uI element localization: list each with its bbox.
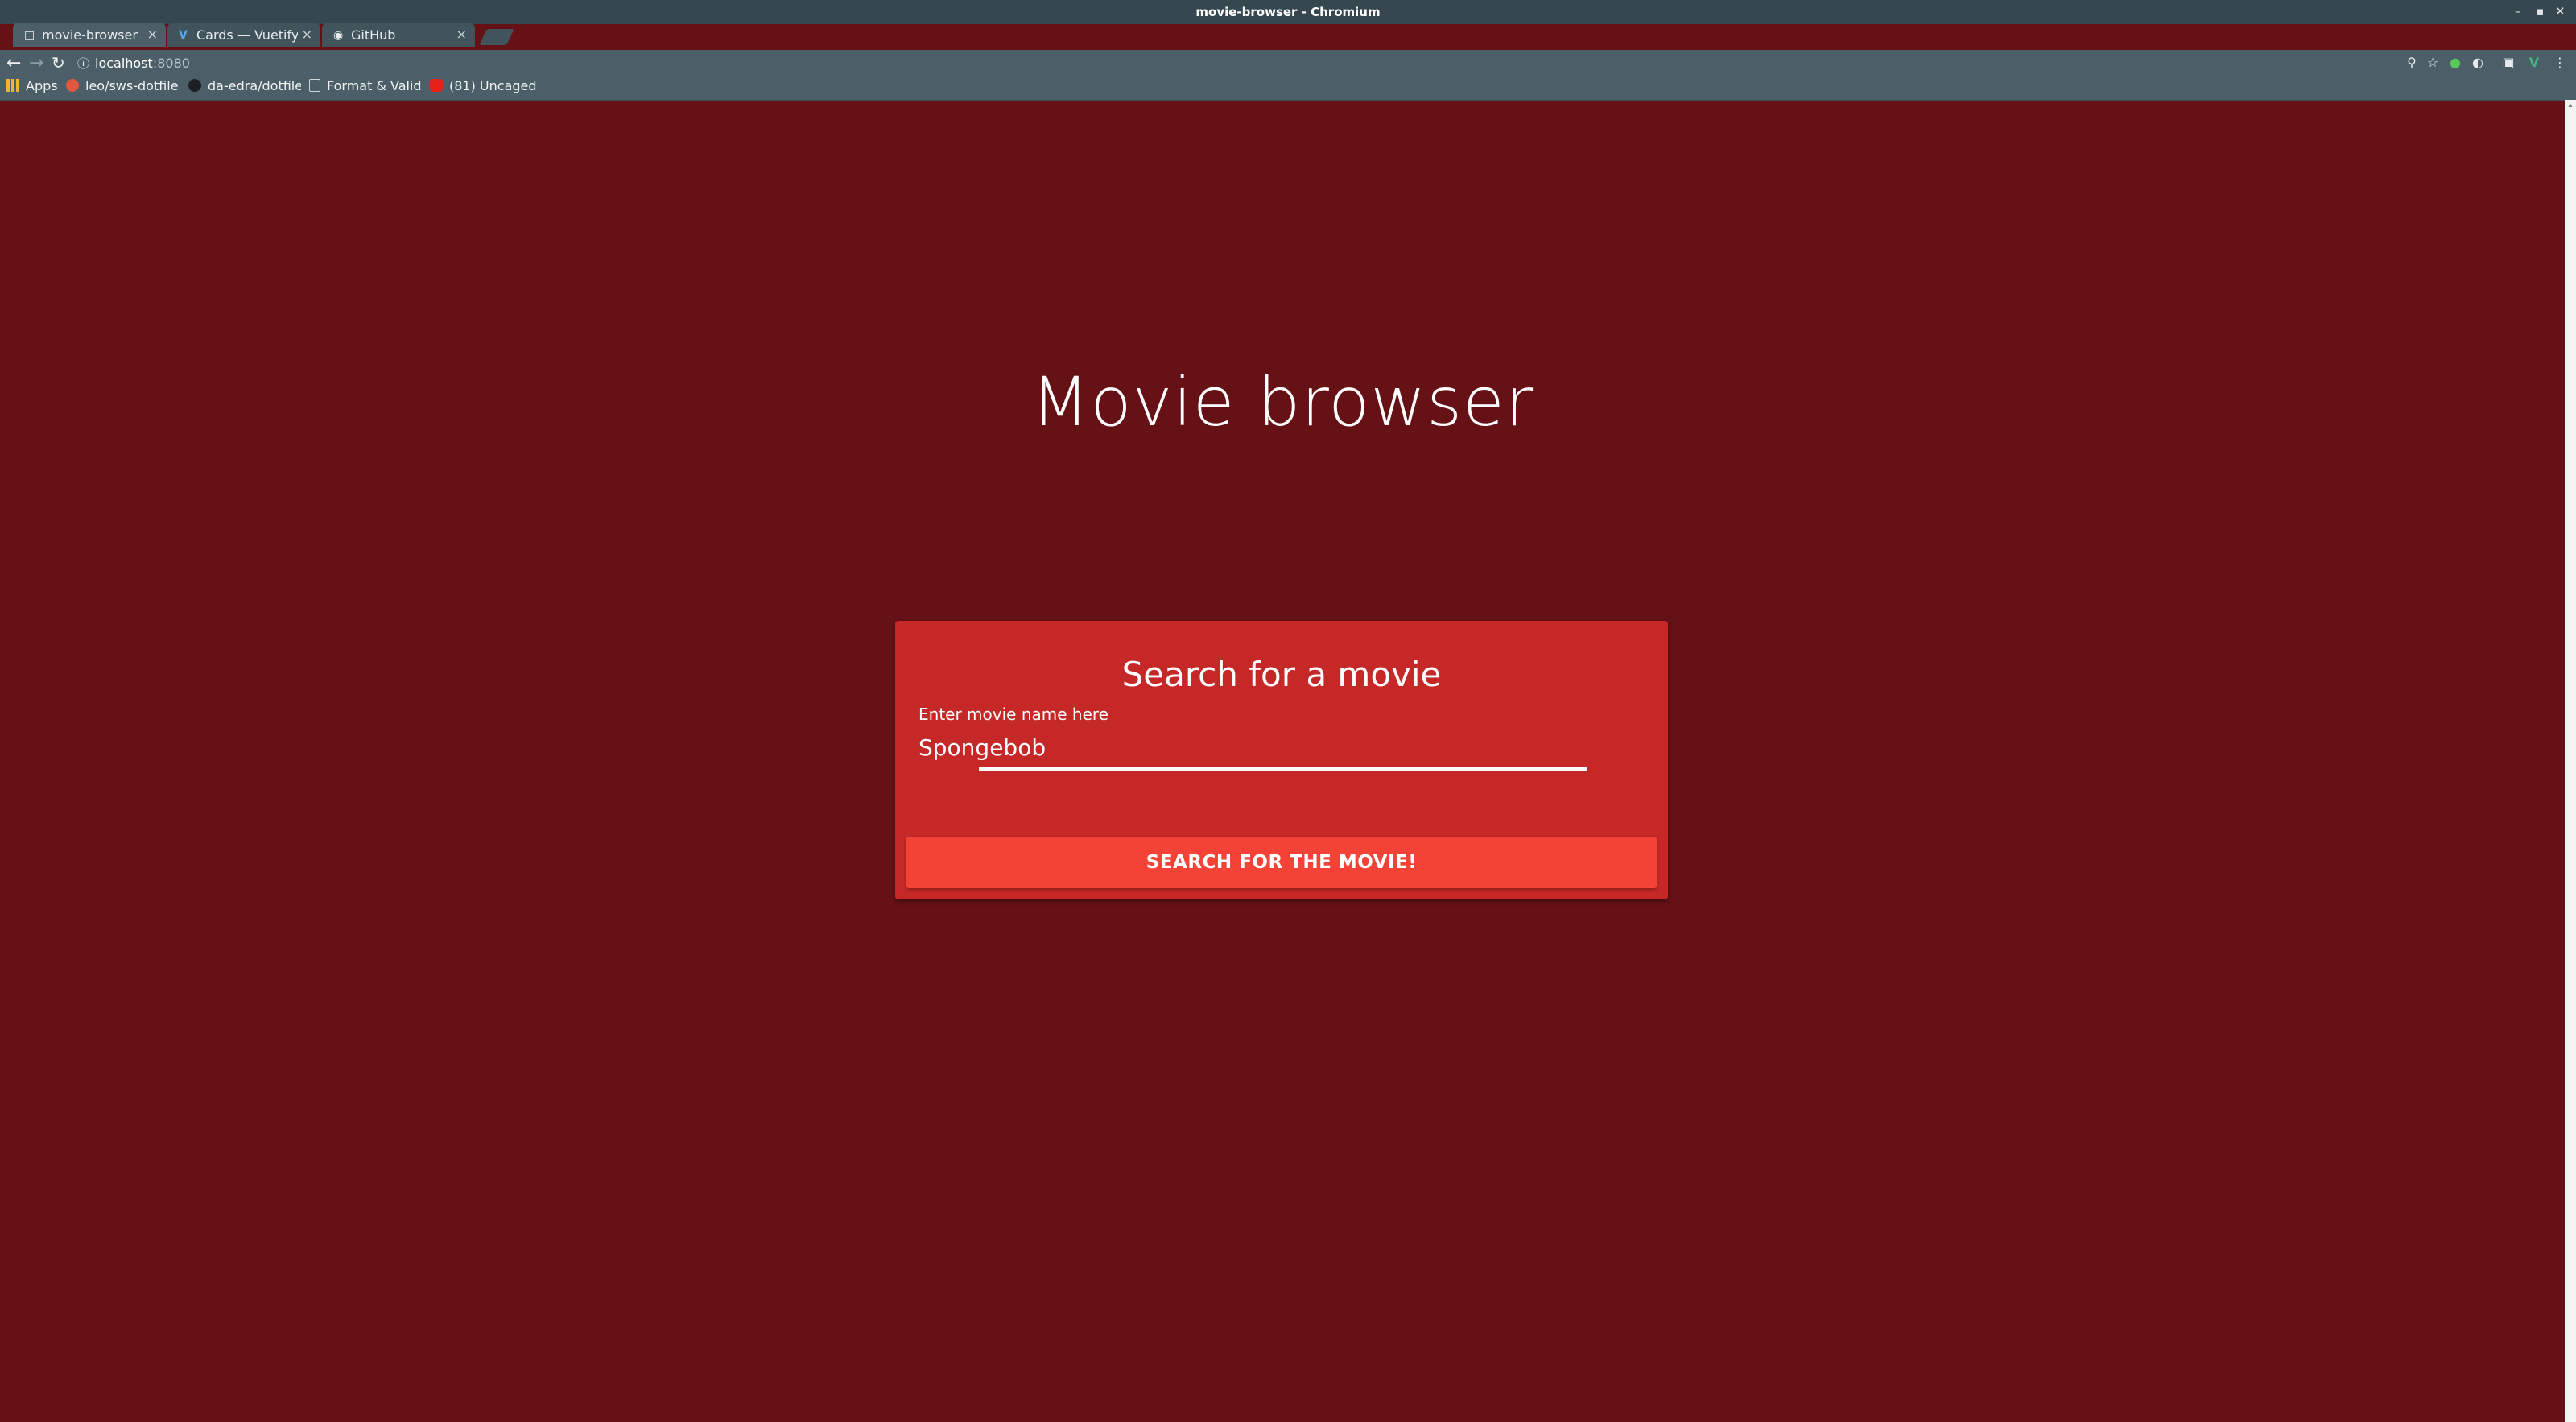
movie-name-input[interactable] [919,729,1579,766]
card-title: Search for a movie [1121,655,1442,694]
page-title: Movie browser [1030,362,1534,441]
bookmarks-bar: Apps leo/sws-dotfiles da-edra/dotfiles F… [0,76,2576,101]
close-tab-icon[interactable]: × [456,27,467,42]
bookmark-format-validate[interactable]: Format & Validate [309,78,422,93]
bookmark-apps[interactable]: Apps [6,78,58,93]
vuetify-icon: V [179,29,188,42]
minimize-icon[interactable]: – [2515,4,2521,19]
bookmark-label: (81) Uncaged [449,78,537,93]
url-text: localhost:8080 [95,56,190,71]
extension-green-icon[interactable]: ● [2447,55,2463,71]
vue-devtools-icon[interactable]: V [2526,55,2542,71]
bookmark-sws-dotfiles[interactable]: leo/sws-dotfiles [66,78,179,93]
bookmark-label: Apps [26,78,58,93]
back-icon[interactable]: ← [6,53,21,73]
gitlab-icon [66,79,79,92]
document-icon: □ [24,29,35,42]
url-host: localhost [95,56,153,71]
bookmark-da-edra-dotfiles[interactable]: da-edra/dotfiles [188,78,301,93]
tab-github[interactable]: ◉ GitHub × [322,23,475,47]
info-icon[interactable]: ⓘ [77,55,89,72]
youtube-icon [430,79,443,92]
tab-strip: □ movie-browser × V Cards — Vuetify.js ×… [0,21,2576,48]
browser-toolbar: ← → ↻ ⓘ localhost:8080 ⚲ ☆ ● ◐ ▣ V ⋮ [0,50,2576,76]
movie-name-label: Enter movie name here [919,705,1108,724]
search-card: Search for a movie Enter movie name here… [895,621,1668,899]
extension-screen-icon[interactable]: ▣ [2500,55,2516,71]
bookmark-label: Format & Validate [327,78,422,93]
bookmark-star-icon[interactable]: ☆ [2425,55,2441,71]
tab-label: GitHub [351,27,396,43]
page-scrollbar[interactable]: ▲ [2565,100,2576,1422]
document-icon [309,79,320,92]
extension-moon-icon[interactable]: ◐ [2470,55,2486,71]
reload-icon[interactable]: ↻ [52,53,65,72]
menu-icon[interactable]: ⋮ [2552,55,2568,71]
scroll-up-icon[interactable]: ▲ [2567,101,2574,109]
new-tab-button[interactable] [479,29,514,45]
close-window-icon[interactable]: ✕ [2555,4,2566,19]
search-movie-button[interactable]: SEARCH FOR THE MOVIE! [906,837,1657,888]
tab-label: movie-browser [42,27,138,43]
url-port: :8080 [152,56,190,71]
github-icon: ◉ [333,29,344,42]
tab-label: Cards — Vuetify.js [196,27,298,43]
bookmark-uncaged[interactable]: (81) Uncaged [430,78,538,93]
forward-icon[interactable]: → [29,53,43,73]
tab-vuetify-cards[interactable]: V Cards — Vuetify.js × [167,23,320,47]
bookmark-label: leo/sws-dotfiles [85,78,179,93]
apps-grid-icon [6,79,19,92]
github-icon [188,79,201,92]
close-tab-icon[interactable]: × [147,27,158,42]
window-title: movie-browser - Chromium [1195,5,1381,19]
bookmark-label: da-edra/dotfiles [208,78,301,93]
address-bar[interactable]: ⓘ localhost:8080 [76,53,2402,72]
zoom-icon[interactable]: ⚲ [2404,55,2420,71]
close-tab-icon[interactable]: × [302,27,312,42]
tab-movie-browser[interactable]: □ movie-browser × [13,23,166,47]
input-underline [979,767,1587,771]
maximize-icon[interactable]: ▪ [2536,4,2544,19]
